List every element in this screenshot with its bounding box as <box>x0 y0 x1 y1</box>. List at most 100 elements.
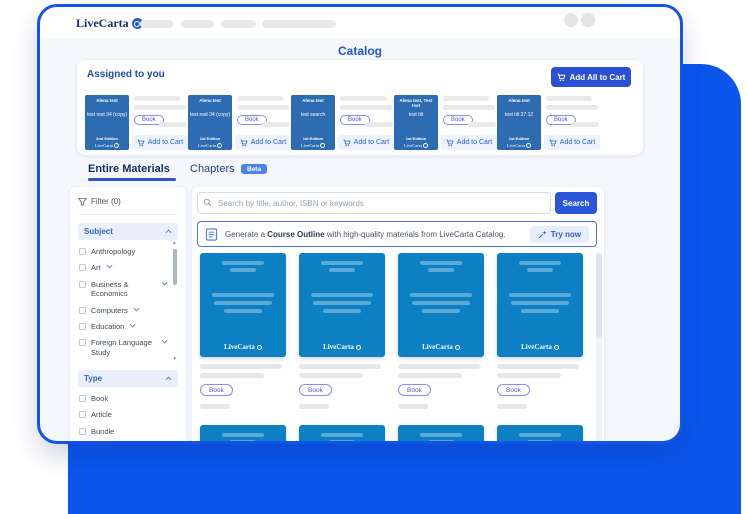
book-cover-thumbnail[interactable]: Alena test test tilt 27.12 1st Edition L… <box>497 95 541 150</box>
livecarta-mark-icon <box>554 345 559 350</box>
book-cover[interactable]: LiveCarta <box>299 253 385 357</box>
subject-scrollbar[interactable]: ▲ ▼ <box>171 240 178 362</box>
subject-filter-option[interactable]: Anthropology <box>79 247 168 257</box>
chevron-down-icon[interactable] <box>161 281 168 286</box>
assigned-book-card[interactable]: Alena test test search 1st Edition LiveC… <box>291 95 394 151</box>
cover-author-placeholder <box>222 433 264 437</box>
cart-icon <box>240 139 248 147</box>
add-all-to-cart-button[interactable]: Add All to Cart <box>551 67 631 87</box>
book-cover[interactable]: LiveCarta <box>398 253 484 357</box>
assigned-book-card[interactable]: Alena test test rest 34 (copy) 2nd Editi… <box>85 95 188 151</box>
subject-filter-option[interactable]: Education <box>79 322 168 332</box>
author-placeholder-bar <box>299 373 363 378</box>
book-grid-item[interactable]: LiveCarta Book <box>200 253 286 409</box>
subject-filter-option[interactable]: Business & Economics <box>79 280 168 300</box>
chevron-down-icon[interactable] <box>161 339 168 344</box>
checkbox[interactable] <box>79 323 86 330</box>
assigned-section: Assigned to you Add All to Cart Alena te… <box>77 60 643 155</box>
book-cover[interactable] <box>398 425 484 444</box>
title-placeholder-bar <box>443 96 489 101</box>
cover-edition: 1st Edition <box>291 136 335 141</box>
book-grid-item[interactable] <box>299 425 385 444</box>
checkbox[interactable] <box>79 411 86 418</box>
assigned-book-card[interactable]: Alena test test rest 34 (copy) 1st Editi… <box>188 95 291 151</box>
tab-chapters[interactable]: Chapters <box>190 163 235 175</box>
checkbox[interactable] <box>79 395 86 402</box>
checkbox[interactable] <box>79 248 86 255</box>
search-icon <box>203 198 212 207</box>
price-placeholder-bar <box>497 404 527 409</box>
chevron-down-icon[interactable] <box>133 307 140 312</box>
book-cover[interactable] <box>299 425 385 444</box>
book-type-badge: Book <box>398 384 431 396</box>
livecarta-mark-icon <box>114 143 119 148</box>
subject-filter-option[interactable]: Foreign Language Study <box>79 338 168 358</box>
book-cover-thumbnail[interactable]: Alena test, Test test test tilt 1st Edit… <box>394 95 438 150</box>
add-to-cart-button[interactable]: Add to Cart <box>544 135 600 150</box>
option-label: Foreign Language Study <box>91 338 156 358</box>
nav-item-placeholder[interactable] <box>262 20 336 28</box>
book-grid-item[interactable]: LiveCarta Book <box>497 253 583 409</box>
book-grid-item[interactable]: LiveCarta Book <box>398 253 484 409</box>
checkbox[interactable] <box>79 428 86 435</box>
cover-title-placeholder <box>311 293 373 297</box>
book-grid-item[interactable] <box>398 425 484 444</box>
book-cover-thumbnail[interactable]: Alena test test search 1st Edition LiveC… <box>291 95 335 150</box>
book-cover-thumbnail[interactable]: Alena test test rest 34 (copy) 2nd Editi… <box>85 95 129 150</box>
chevron-down-icon[interactable] <box>106 264 113 269</box>
chevron-down-icon[interactable] <box>129 323 136 328</box>
checkbox[interactable] <box>79 281 86 288</box>
tab-entire-materials[interactable]: Entire Materials <box>88 163 170 175</box>
user-avatar[interactable] <box>581 13 595 27</box>
book-cover[interactable] <box>200 425 286 444</box>
livecarta-logo[interactable]: LiveCarta <box>76 16 143 31</box>
cover-author-placeholder <box>329 440 355 444</box>
add-to-cart-button[interactable]: Add to Cart <box>441 135 497 150</box>
catalog-scrollbar[interactable] <box>596 253 602 444</box>
book-cover[interactable]: LiveCarta <box>497 253 583 357</box>
author-placeholder-bar <box>443 105 495 110</box>
subject-filter-option[interactable]: Computers <box>79 306 168 316</box>
search-input[interactable] <box>197 192 551 214</box>
scrollbar-thumb[interactable] <box>596 253 602 338</box>
add-to-cart-button[interactable]: Add to Cart <box>235 135 291 150</box>
checkbox[interactable] <box>79 339 86 346</box>
type-filter-option[interactable]: Course outline <box>79 443 168 444</box>
assigned-book-card[interactable]: Alena test test tilt 27.12 1st Edition L… <box>497 95 600 151</box>
nav-item-placeholder[interactable] <box>221 20 256 28</box>
type-filter-option[interactable]: Book <box>79 394 168 404</box>
catalog-panel: Search Generate a Course Outline with hi… <box>192 187 604 444</box>
nav-item-placeholder[interactable] <box>181 20 214 28</box>
book-grid-item[interactable] <box>200 425 286 444</box>
type-filter-option[interactable]: Bundle <box>79 427 168 437</box>
add-to-cart-button[interactable]: Add to Cart <box>132 135 188 150</box>
nav-item-placeholder[interactable] <box>140 20 173 28</box>
filter-summary[interactable]: Filter (0) <box>78 195 178 215</box>
livecarta-mark-icon <box>455 345 460 350</box>
checkbox[interactable] <box>79 307 86 314</box>
subject-filter-option[interactable]: Art <box>79 263 168 273</box>
checkbox[interactable] <box>79 264 86 271</box>
book-grid-item[interactable]: LiveCarta Book <box>299 253 385 409</box>
title-placeholder-bar <box>200 364 282 369</box>
scroll-down-arrow[interactable]: ▼ <box>172 356 177 362</box>
scroll-up-arrow[interactable]: ▲ <box>172 240 177 246</box>
type-section-header[interactable]: Type <box>78 370 178 387</box>
book-cover[interactable] <box>497 425 583 444</box>
book-cover[interactable]: LiveCarta <box>200 253 286 357</box>
book-grid-item[interactable] <box>497 425 583 444</box>
author-placeholder-bar <box>340 105 392 110</box>
type-filter-option[interactable]: Article <box>79 410 168 420</box>
cover-edition: 1st Edition <box>394 136 438 141</box>
search-button[interactable]: Search <box>555 192 597 214</box>
cover-brand: LiveCarta <box>299 343 385 351</box>
try-now-button[interactable]: Try now <box>530 226 589 243</box>
subject-section-header[interactable]: Subject <box>78 223 178 240</box>
user-avatar[interactable] <box>564 13 578 27</box>
author-placeholder-bar <box>546 105 598 110</box>
scrollbar-thumb[interactable] <box>173 249 177 285</box>
assigned-book-card[interactable]: Alena test, Test test test tilt 1st Edit… <box>394 95 497 151</box>
book-cover-thumbnail[interactable]: Alena test test rest 34 (copy) 1st Editi… <box>188 95 232 150</box>
author-placeholder-bar <box>134 105 186 110</box>
add-to-cart-button[interactable]: Add to Cart <box>338 135 394 150</box>
